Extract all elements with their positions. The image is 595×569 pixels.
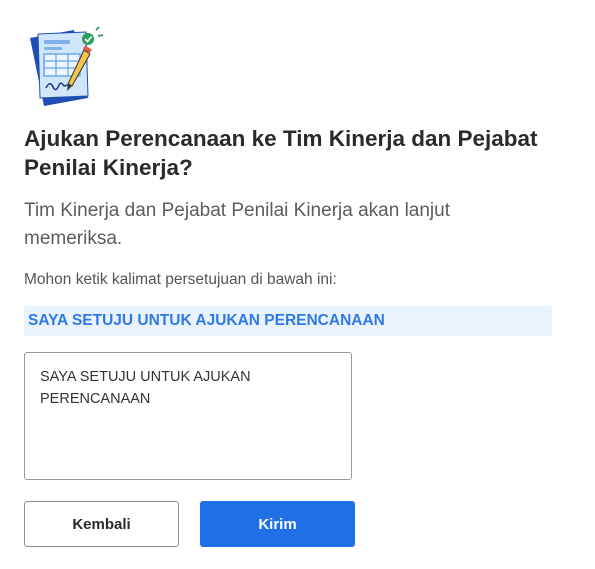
confirmation-input[interactable]: SAYA SETUJU UNTUK AJUKAN PERENCANAAN <box>24 352 352 480</box>
submit-button[interactable]: Kirim <box>200 501 355 547</box>
dialog-title: Ajukan Perencanaan ke Tim Kinerja dan Pe… <box>24 126 538 180</box>
confirmation-phrase: SAYA SETUJU UNTUK AJUKAN PERENCANAAN <box>24 306 552 336</box>
back-button[interactable]: Kembali <box>24 501 179 547</box>
document-sign-icon <box>26 26 106 106</box>
dialog-subtitle: Tim Kinerja dan Pejabat Penilai Kinerja … <box>24 200 450 249</box>
confirmation-instruction: Mohon ketik kalimat persetujuan di bawah… <box>24 271 337 288</box>
submit-plan-dialog: Ajukan Perencanaan ke Tim Kinerja dan Pe… <box>0 0 595 569</box>
